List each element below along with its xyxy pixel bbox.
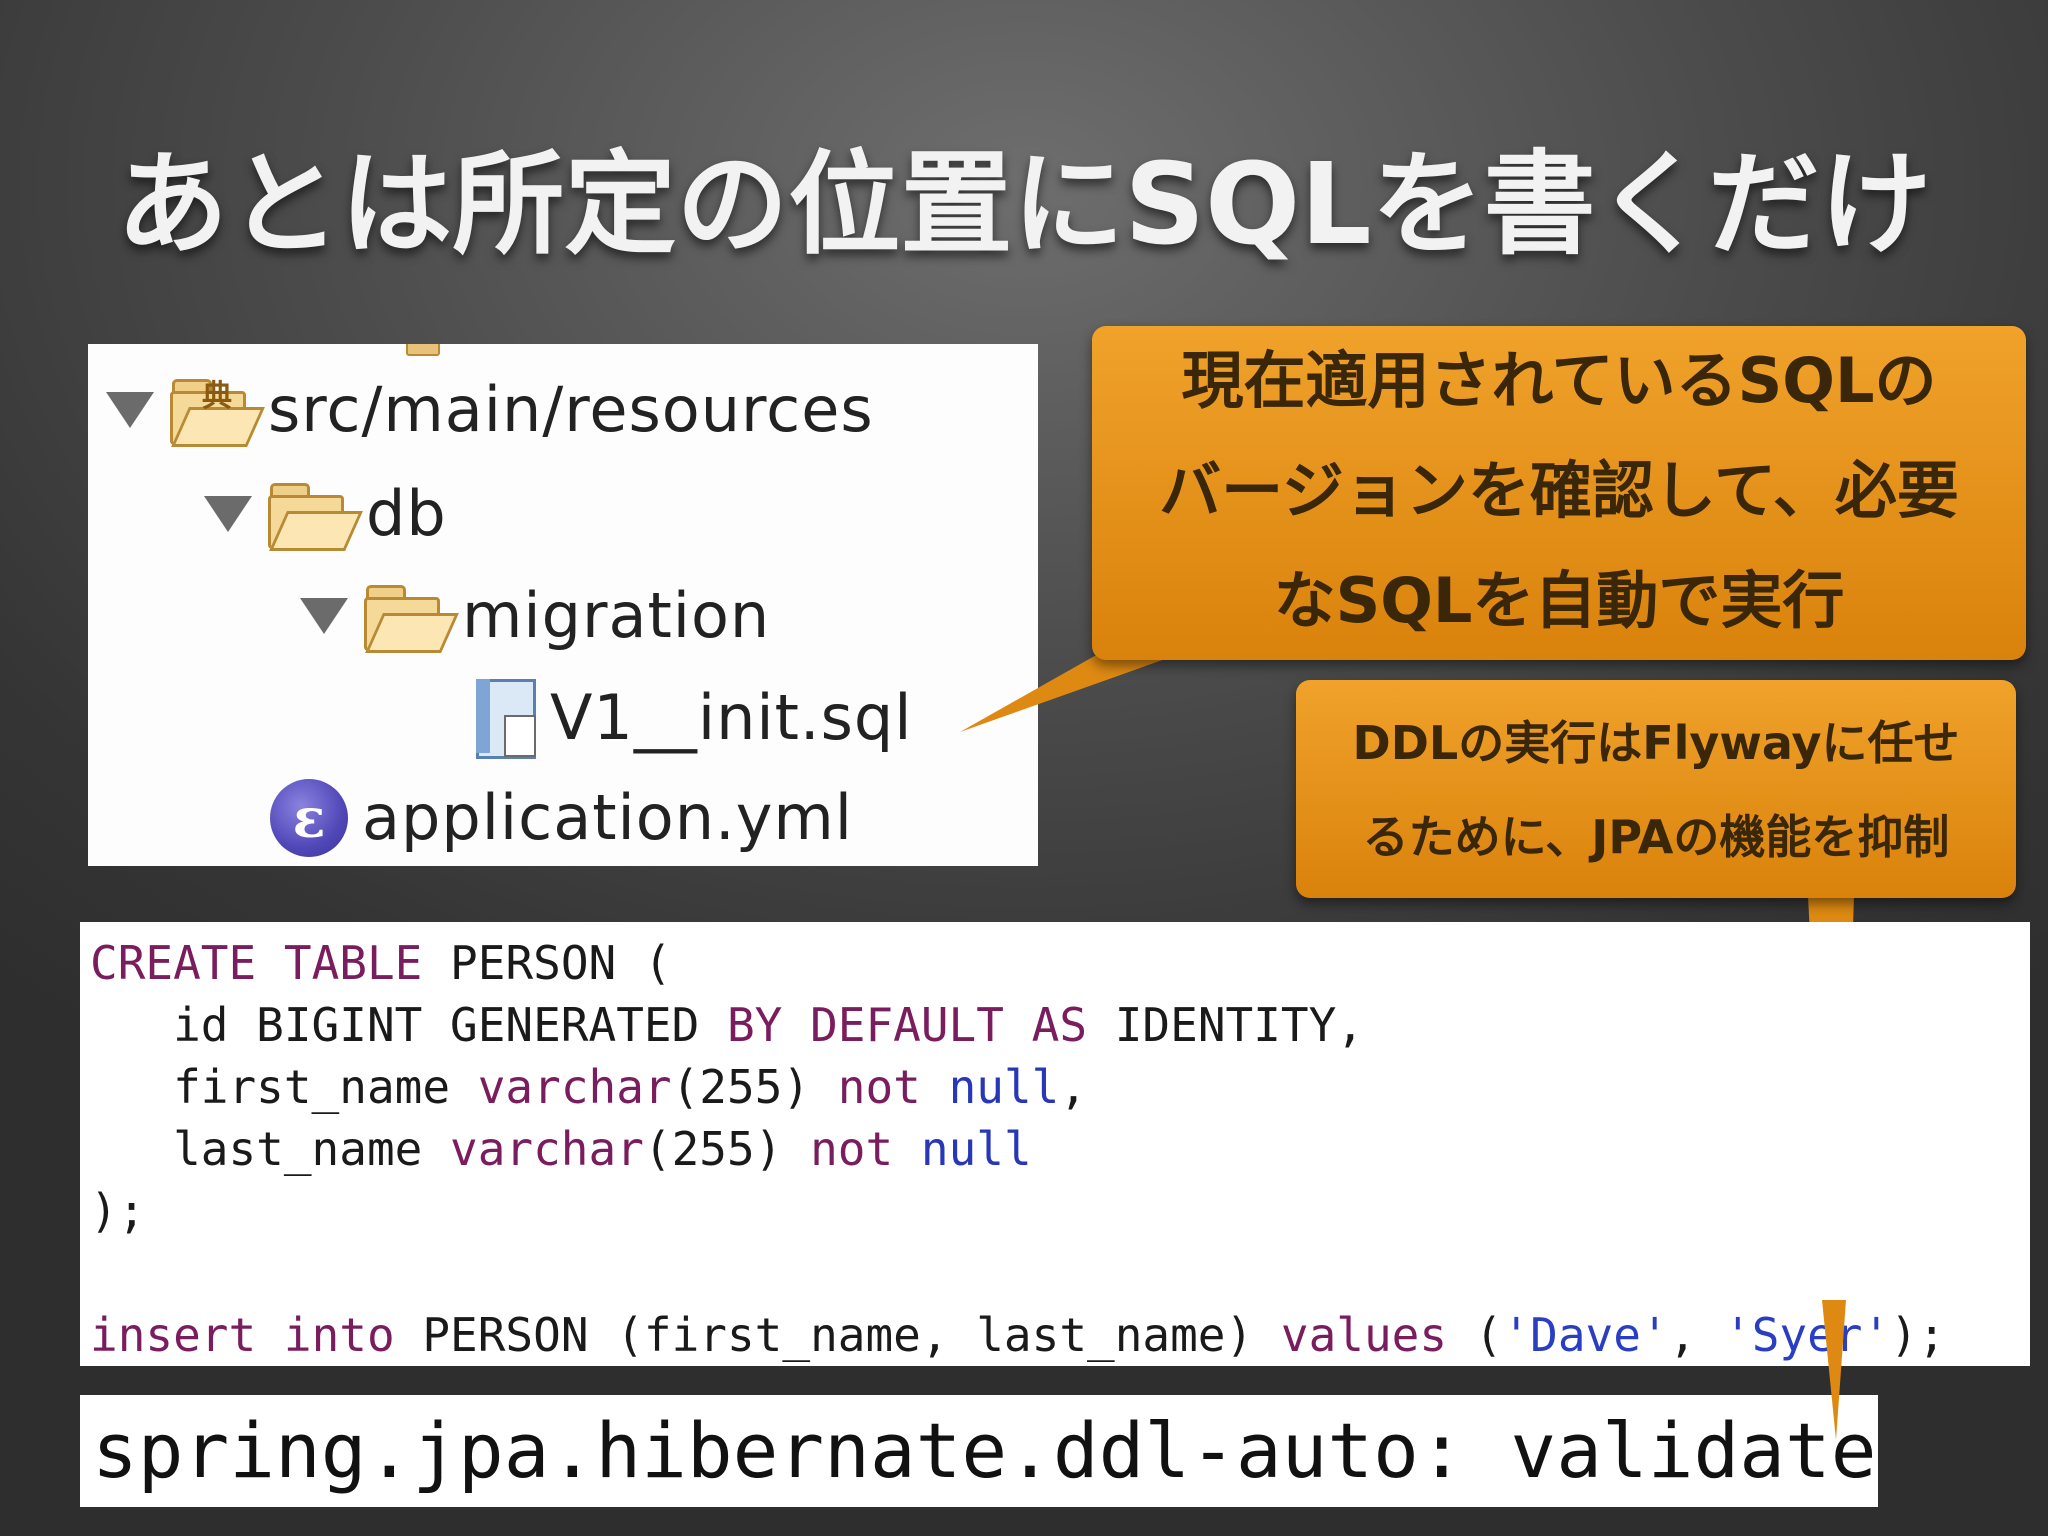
config-line: spring.jpa.hibernate.ddl-auto: validate (80, 1395, 1878, 1507)
project-tree-panel: 典 src/main/resources db migration V1__in… (88, 344, 1038, 866)
code-text: , (1059, 1060, 1088, 1114)
code-line: ); (90, 1180, 2030, 1242)
code-text: (255) (643, 1122, 811, 1176)
code-keyword: into (283, 1308, 395, 1362)
code-keyword: null (920, 1122, 1032, 1176)
folder-icon (266, 481, 363, 551)
code-text: id BIGINT GENERATED (90, 998, 727, 1052)
expand-triangle-icon[interactable] (106, 392, 154, 428)
code-keyword: varchar (450, 1122, 644, 1176)
code-text: ( (1447, 1308, 1503, 1362)
tree-item-label: src/main/resources (268, 373, 874, 446)
code-keyword: BY (726, 998, 783, 1052)
package-folder-icon: 典 (168, 377, 265, 447)
code-keyword: not (837, 1060, 921, 1114)
tree-item-v1-init-sql[interactable]: V1__init.sql (474, 670, 913, 766)
code-keyword: not (810, 1122, 894, 1176)
code-text: PERSON (first_name, last_name) (394, 1308, 1281, 1362)
folder-icon (362, 583, 459, 653)
callout-line: なSQLを自動で実行 (1273, 564, 1845, 637)
sql-code-block: CREATE TABLE PERSON ( id BIGINT GENERATE… (80, 922, 2030, 1366)
tree-item-label: db (366, 477, 447, 550)
tree-item-label: application.yml (362, 781, 854, 854)
code-line: insert into PERSON (first_name, last_nam… (90, 1304, 2030, 1366)
code-keyword: CREATE (90, 936, 257, 990)
code-keyword: varchar (477, 1060, 672, 1114)
code-line: id BIGINT GENERATED BY DEFAULT AS IDENTI… (90, 994, 2030, 1056)
tree-item-src-main-resources[interactable]: 典 src/main/resources (106, 362, 874, 458)
code-line: last_name varchar(255) not null (90, 1118, 2030, 1180)
yaml-file-icon: ε (270, 779, 348, 857)
tree-item-label: V1__init.sql (550, 681, 913, 754)
folder-icon (406, 344, 440, 356)
slide-title: あとは所定の位置にSQLを書くだけ (116, 140, 1932, 270)
code-keyword: DEFAULT (810, 998, 1004, 1052)
code-keyword: insert (90, 1308, 257, 1362)
code-line: CREATE TABLE PERSON ( (90, 932, 2030, 994)
code-line: first_name varchar(255) not null, (90, 1056, 2030, 1118)
code-text: PERSON ( (422, 936, 672, 990)
tree-item-label: migration (462, 579, 771, 652)
callout-line: バージョンを確認して、必要 (1159, 454, 1959, 527)
callout-line: るために、JPAの機能を抑制 (1362, 810, 1950, 864)
migration-callout: 現在適用されているSQLの バージョンを確認して、必要 なSQLを自動で実行 (1092, 326, 2026, 660)
code-keyword: TABLE (283, 936, 423, 990)
expand-triangle-icon[interactable] (204, 496, 252, 532)
code-keyword: 'Dave' (1502, 1308, 1669, 1362)
tree-item-migration[interactable]: migration (300, 568, 770, 664)
code-keyword: null (948, 1060, 1060, 1114)
sql-file-icon (474, 677, 538, 759)
code-text: (255) (671, 1060, 838, 1114)
code-text: first_name (90, 1060, 478, 1114)
code-text: ); (1890, 1308, 1946, 1362)
code-keyword: AS (1031, 998, 1088, 1052)
callout-line: DDLの実行はFlywayに任せ (1352, 716, 1960, 770)
code-text: IDENTITY, (1087, 998, 1364, 1052)
tree-item-db[interactable]: db (204, 466, 447, 562)
code-text: , (1668, 1308, 1724, 1362)
callout-line: 現在適用されているSQLの (1181, 344, 1937, 417)
code-text: last_name (90, 1122, 451, 1176)
code-keyword: 'Syer' (1724, 1308, 1891, 1362)
expand-triangle-icon[interactable] (300, 598, 348, 634)
code-text: ); (90, 1184, 146, 1238)
code-keyword: values (1280, 1308, 1448, 1362)
tree-item-application-yml[interactable]: ε application.yml (270, 770, 853, 866)
ddl-callout: DDLの実行はFlywayに任せ るために、JPAの機能を抑制 (1296, 680, 2016, 898)
